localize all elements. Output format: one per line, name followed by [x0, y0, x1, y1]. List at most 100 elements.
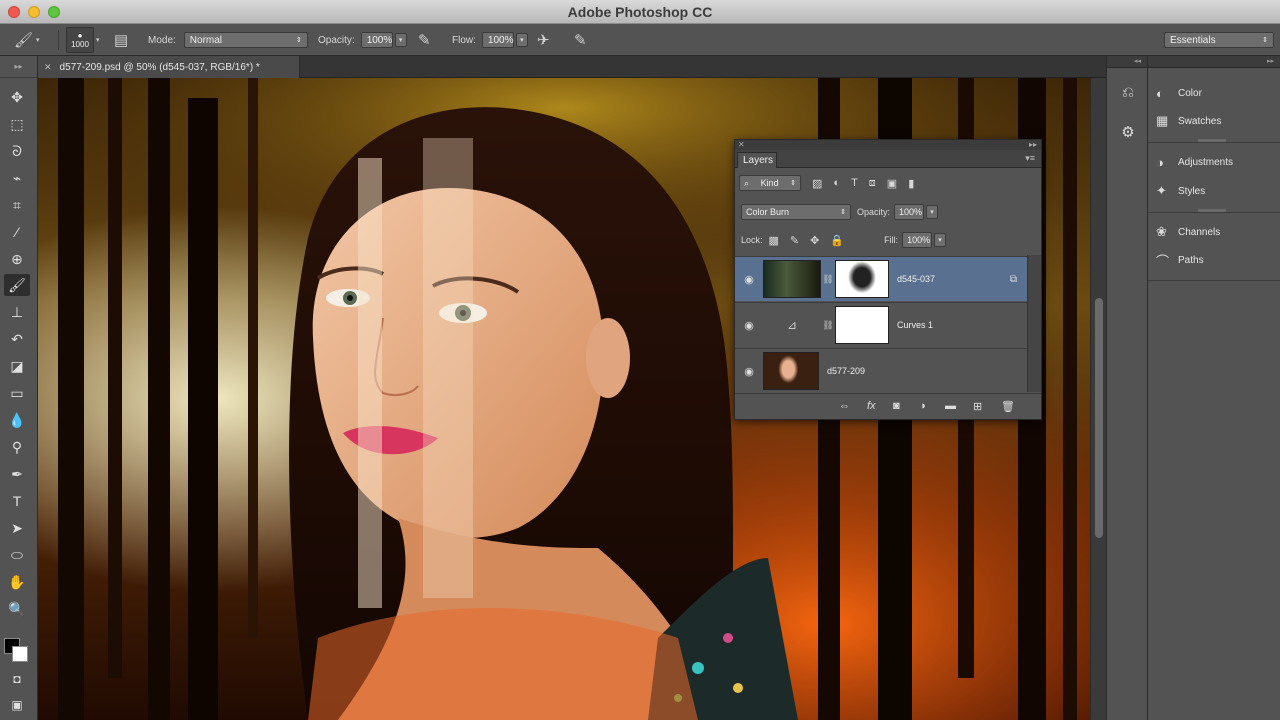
brush-size-preview[interactable]: ● 1000 [66, 27, 94, 53]
lock-position-icon[interactable]: ✥ [810, 234, 819, 247]
clone-stamp-tool-icon[interactable]: ⊥ [4, 301, 30, 323]
layer-row-d577-209[interactable]: ◉ d577-209 [735, 348, 1027, 393]
layer-row-curves-1[interactable]: ◉ ⊿ ⛓ Curves 1 [735, 302, 1027, 347]
visibility-eye-icon[interactable]: ◉ [735, 319, 763, 332]
opacity-input[interactable]: 100% [360, 32, 393, 48]
link-layers-icon[interactable]: ⇔ [839, 400, 850, 412]
panel-item-color[interactable]: ◐ Color [1156, 82, 1202, 104]
lasso-tool-icon[interactable]: ᘐ [4, 140, 30, 162]
collapse-panel-icon[interactable]: ▸▸ [1029, 140, 1037, 150]
curves-adjustment-icon[interactable]: ⊿ [763, 318, 821, 332]
pen-tool-icon[interactable]: ✒ [4, 463, 30, 485]
panel-grip[interactable] [1198, 139, 1226, 142]
layer-opacity-slider-button[interactable]: ▾ [926, 205, 939, 219]
filter-kind-select[interactable]: ⌕ Kind ⇕ [739, 175, 801, 191]
mask-link-icon[interactable]: ⛓ [821, 274, 835, 285]
mode-select[interactable]: Normal ⇕ [183, 32, 308, 48]
new-layer-icon[interactable]: ⊞ [973, 400, 982, 413]
tools-panel-header[interactable]: ▸▸ [0, 56, 37, 78]
layer-mask-thumbnail[interactable] [835, 260, 889, 298]
fill-input[interactable]: 100% [902, 232, 933, 248]
close-tab-icon[interactable]: ✕ [44, 62, 52, 73]
hand-tool-icon[interactable]: ✋ [4, 571, 30, 593]
airbrush-button[interactable]: ✈ [537, 24, 550, 56]
fx-icon[interactable]: fx [867, 400, 876, 412]
panel-item-adjustments[interactable]: ◑ Adjustments [1156, 151, 1233, 173]
layer-thumbnail[interactable] [763, 352, 819, 390]
delete-layer-icon[interactable]: 🗑 [1001, 400, 1015, 413]
panel-grip[interactable] [1198, 209, 1226, 212]
lock-transparent-icon[interactable]: ▩ [769, 234, 779, 247]
screen-mode-icon[interactable]: ▣ [4, 694, 30, 716]
panel-item-paths[interactable]: ⌒ Paths [1156, 249, 1204, 271]
panel-item-styles[interactable]: ✦ Styles [1156, 180, 1205, 202]
tool-preset-picker[interactable]: 🖌 ▾ [14, 24, 40, 56]
visibility-eye-icon[interactable]: ◉ [735, 365, 763, 378]
fill-slider-button[interactable]: ▾ [934, 233, 947, 247]
eyedropper-tool-icon[interactable]: ⁄ [4, 221, 30, 243]
layer-opacity-input[interactable]: 100% [894, 204, 925, 220]
shape-filter-icon[interactable]: ⧈ [869, 177, 876, 190]
layer-row-d545-037[interactable]: ◉ ⛓ d545-037 ⧉ [735, 256, 1027, 301]
path-select-tool-icon[interactable]: ➤ [4, 517, 30, 539]
panel-item-channels[interactable]: ❀ Channels [1156, 221, 1220, 243]
flow-slider-button[interactable]: ▾ [515, 33, 528, 47]
eraser-tool-icon[interactable]: ◪ [4, 355, 30, 377]
type-tool-icon[interactable]: T [4, 490, 30, 512]
adjustment-filter-icon[interactable]: ◐ [833, 177, 840, 189]
close-panel-icon[interactable]: ✕ [738, 140, 745, 149]
layer-name[interactable]: Curves 1 [897, 320, 933, 330]
smart-object-filter-icon[interactable]: ▣ [887, 177, 897, 190]
lock-image-icon[interactable]: ✎ [790, 234, 799, 247]
scrollbar-thumb[interactable] [1095, 298, 1103, 538]
search-icon: ⌕ [744, 177, 750, 188]
ellipse-tool-icon[interactable]: ⬭ [4, 544, 30, 566]
filter-toggle-icon[interactable]: ▮ [908, 177, 914, 190]
background-color-swatch[interactable] [12, 646, 28, 662]
layers-panel-titlebar[interactable]: ✕ ▸▸ [735, 140, 1041, 150]
layer-mask-thumbnail[interactable] [835, 306, 889, 344]
pressure-size-button[interactable]: ✎ [574, 24, 587, 56]
properties-icon[interactable]: ⚙ [1113, 118, 1143, 146]
dock-collapse-handle[interactable]: ◂◂ [1107, 56, 1147, 68]
layer-name[interactable]: d545-037 [897, 274, 935, 284]
mode-value: Normal [189, 34, 223, 46]
gradient-tool-icon[interactable]: ▭ [4, 382, 30, 404]
workspace-switcher[interactable]: Essentials ⇕ [1164, 32, 1274, 48]
type-filter-icon[interactable]: T [851, 177, 858, 189]
opacity-slider-button[interactable]: ▾ [394, 33, 407, 47]
tab-layers[interactable]: Layers [737, 152, 777, 168]
history-icon[interactable]: ⎌ [1113, 78, 1143, 106]
blend-mode-select[interactable]: Color Burn ⇕ [741, 204, 851, 220]
quick-mask-icon[interactable]: ◘ [4, 668, 30, 690]
layer-thumbnail[interactable] [763, 260, 821, 298]
brush-panel-toggle[interactable]: ▤ [114, 24, 128, 56]
history-brush-tool-icon[interactable]: ↶ [4, 328, 30, 350]
canvas-vertical-scrollbar[interactable] [1090, 78, 1106, 720]
layer-name[interactable]: d577-209 [827, 366, 865, 376]
zoom-tool-icon[interactable]: 🔍 [4, 598, 30, 620]
lock-all-icon[interactable]: 🔒 [830, 234, 844, 247]
panel-item-swatches[interactable]: ▦ Swatches [1156, 110, 1221, 132]
move-tool-icon[interactable]: ✥ [4, 86, 30, 108]
mask-link-icon[interactable]: ⛓ [821, 320, 835, 331]
new-adjustment-icon[interactable]: ◑ [919, 400, 926, 412]
layers-scrollbar[interactable] [1027, 255, 1041, 392]
visibility-eye-icon[interactable]: ◉ [735, 273, 763, 286]
add-mask-icon[interactable]: ◙ [893, 400, 900, 412]
blur-tool-icon[interactable]: 💧 [4, 409, 30, 431]
brush-preset-picker[interactable]: ● 1000 ▾ [66, 24, 100, 56]
marquee-tool-icon[interactable]: ⬚ [4, 113, 30, 135]
panel-menu-icon[interactable]: ▾≡ [1025, 153, 1035, 164]
dock-collapse-handle[interactable]: ▸▸ [1148, 56, 1280, 68]
crop-tool-icon[interactable]: ⌗ [4, 194, 30, 216]
quick-select-tool-icon[interactable]: ⌁ [4, 167, 30, 189]
new-group-icon[interactable]: ▬ [945, 400, 956, 412]
spot-heal-tool-icon[interactable]: ⊕ [4, 248, 30, 270]
pressure-opacity-button[interactable]: ✎ [418, 24, 431, 56]
document-tab[interactable]: ✕ d577-209.psd @ 50% (d545-037, RGB/16*)… [38, 56, 300, 78]
flow-input[interactable]: 100% [481, 32, 514, 48]
dodge-tool-icon[interactable]: ⚲ [4, 436, 30, 458]
brush-tool-icon[interactable]: 🖌 [4, 274, 30, 296]
pixel-filter-icon[interactable]: ▨ [812, 177, 822, 190]
